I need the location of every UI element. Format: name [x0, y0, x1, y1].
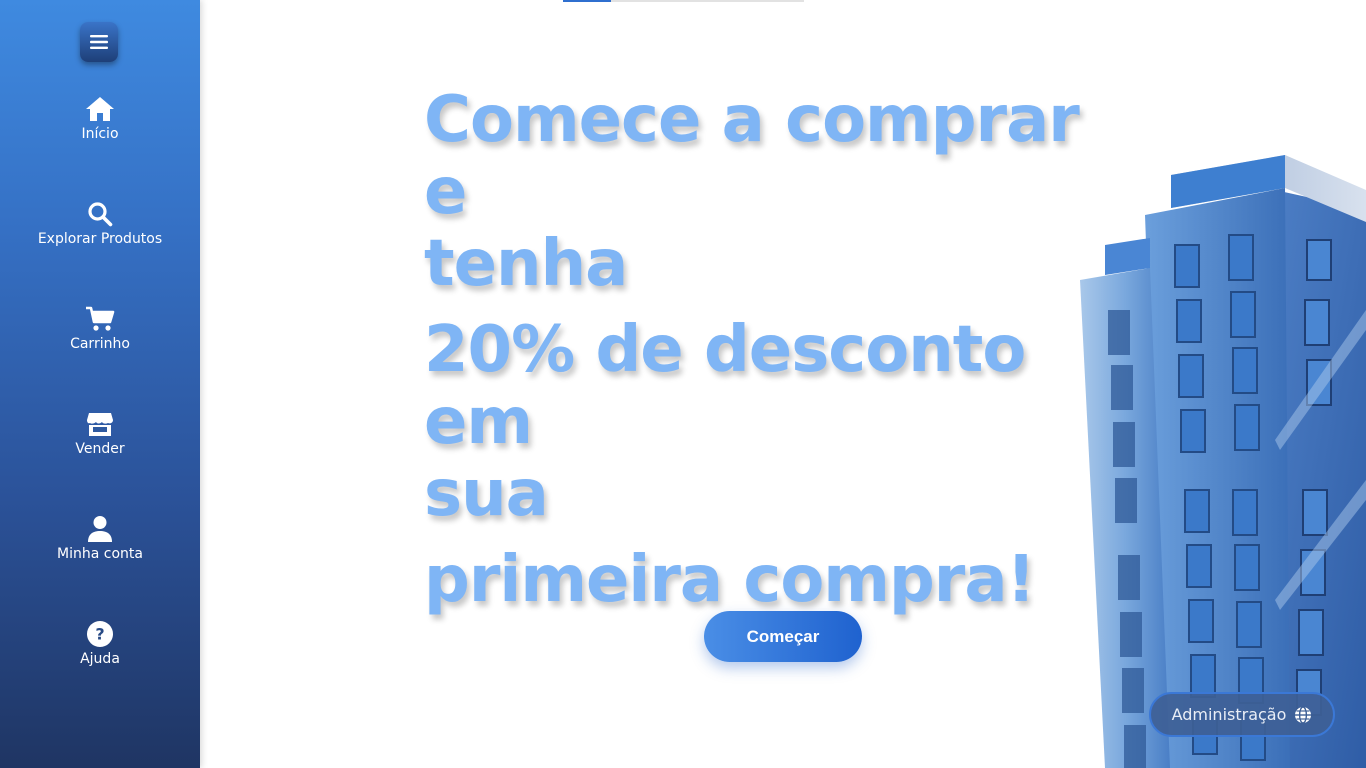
start-button[interactable]: Começar — [704, 611, 862, 662]
home-icon — [85, 94, 115, 124]
hero-line-2: tenha — [424, 227, 628, 301]
sidebar-item-label: Vender — [75, 441, 125, 457]
sidebar: Início Explorar Produtos Carrinho Vender… — [0, 0, 200, 768]
sidebar-item-vender[interactable]: Vender — [0, 409, 200, 489]
menu-toggle-button[interactable] — [80, 22, 118, 62]
store-icon — [85, 409, 115, 439]
cart-icon — [85, 304, 115, 334]
sidebar-item-carrinho[interactable]: Carrinho — [0, 304, 200, 384]
page: Início Explorar Produtos Carrinho Vender… — [0, 0, 1366, 768]
admin-button[interactable]: Administração — [1149, 692, 1335, 737]
hero-line-4: sua — [424, 457, 549, 531]
sidebar-item-explorar-produtos[interactable]: Explorar Produtos — [0, 199, 200, 279]
hero-headline: Comece a comprar e tenha 20% de desconto… — [424, 84, 1124, 616]
sidebar-item-label: Carrinho — [70, 336, 130, 352]
tab-indicator-active — [563, 0, 611, 2]
admin-label: Administração — [1171, 705, 1287, 724]
svg-text:?: ? — [95, 625, 104, 644]
user-icon — [85, 514, 115, 544]
sidebar-item-minha-conta[interactable]: Minha conta — [0, 514, 200, 594]
help-icon: ? — [85, 619, 115, 649]
tab-indicator — [563, 0, 804, 2]
hero-line-5: primeira compra! — [424, 543, 1036, 617]
sidebar-item-inicio[interactable]: Início — [0, 94, 200, 174]
globe-icon — [1295, 705, 1312, 724]
hero-line-3: 20% de desconto em — [424, 313, 1026, 459]
sidebar-item-label: Início — [81, 126, 119, 142]
sidebar-item-ajuda[interactable]: ? Ajuda — [0, 619, 200, 699]
hamburger-icon — [90, 35, 108, 49]
search-icon — [85, 199, 115, 229]
sidebar-item-label: Explorar Produtos — [37, 231, 163, 247]
building-illustration — [1080, 155, 1366, 768]
sidebar-item-label: Ajuda — [80, 651, 120, 667]
sidebar-item-label: Minha conta — [57, 546, 143, 562]
hero-line-1: Comece a comprar e — [424, 83, 1080, 229]
